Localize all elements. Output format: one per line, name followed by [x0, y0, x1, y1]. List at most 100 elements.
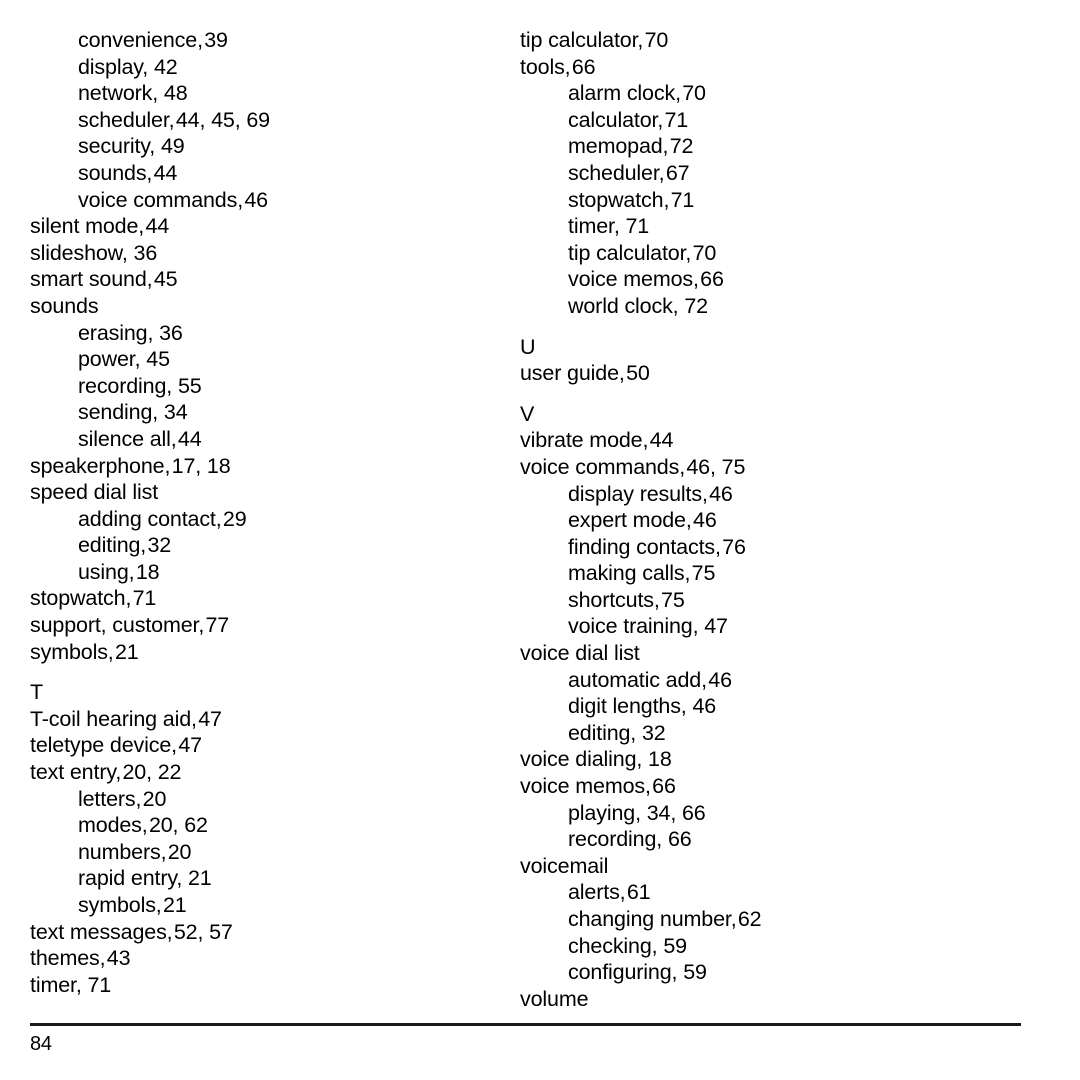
index-entry-pages: 21 — [114, 639, 139, 664]
index-entry-pages: 36 — [133, 240, 158, 265]
index-entry-term: sending, — [78, 400, 159, 425]
index-entry-term: memopad, — [568, 134, 669, 159]
index-entry-term: scheduler, — [78, 107, 175, 132]
index-entry-term: sounds — [30, 293, 99, 318]
index-entry: voice dialing, 18 — [520, 746, 1050, 773]
index-entry-term: recording, — [568, 827, 663, 852]
index-entry-term: voice training, — [568, 614, 699, 639]
index-entry: scheduler, 44, 45, 69 — [30, 107, 510, 134]
index-entry: shortcuts, 75 — [520, 587, 1050, 614]
index-entry: volume — [520, 986, 1050, 1013]
index-entry-pages: 61 — [626, 880, 651, 905]
index-entry-pages: 43 — [106, 946, 131, 971]
index-entry-pages: 44 — [145, 214, 170, 239]
index-entry-term: stopwatch, — [568, 187, 670, 212]
index-entry-pages: 39 — [204, 28, 228, 52]
index-entry: making calls, 75 — [520, 560, 1050, 587]
index-entry: silence all, 44 — [30, 426, 510, 453]
index-entry-pages: 32 — [147, 533, 172, 558]
index-entry: rapid entry, 21 — [30, 865, 510, 892]
index-entry-term: user guide, — [520, 361, 625, 386]
index-entry: user guide, 50 — [520, 360, 1050, 387]
index-entry-term: display, — [78, 54, 149, 79]
index-entry-term: symbols, — [30, 639, 114, 664]
index-entry-pages: 46 — [244, 187, 268, 212]
index-entry: adding contact, 29 — [30, 506, 510, 533]
index-entry-term: adding contact, — [78, 506, 222, 531]
index-entry-pages: 20 — [167, 839, 192, 864]
index-entry-term: numbers, — [78, 839, 167, 864]
index-entry-pages: 32 — [641, 720, 666, 745]
index-entry-term: stopwatch, — [30, 586, 132, 611]
index-entry: tip calculator, 70 — [520, 27, 1050, 54]
index-entry-term: recording, — [78, 373, 173, 398]
index-entry: sounds — [30, 293, 510, 320]
index-entry-pages: 47 — [198, 706, 222, 731]
index-entry-pages: 34 — [163, 400, 188, 425]
index-entry-term: convenience, — [78, 28, 203, 52]
index-entry-term: tip calculator, — [568, 240, 692, 265]
index-entry: editing, 32 — [520, 720, 1050, 747]
index-entry: stopwatch, 71 — [520, 187, 1050, 214]
index-entry-term: voice memos, — [520, 774, 651, 799]
index-entry: display results, 46 — [520, 481, 1050, 508]
index-entry-term: support, customer, — [30, 613, 205, 638]
index-entry-term: editing, — [78, 533, 147, 558]
index-entry: erasing, 36 — [30, 320, 510, 347]
page-number: 84 — [30, 1033, 52, 1055]
index-entry: digit lengths, 46 — [520, 693, 1050, 720]
index-entry: vibrate mode, 44 — [520, 427, 1050, 454]
index-entry-term: text messages, — [30, 919, 173, 944]
index-entry: memopad, 72 — [520, 133, 1050, 160]
index-entry-term: digit lengths, — [568, 694, 687, 719]
index-entry-term: text entry, — [30, 760, 122, 785]
index-entry-term: slideshow, — [30, 240, 128, 265]
index-entry-term: timer, — [568, 214, 620, 239]
index-entry-pages: 75 — [691, 561, 716, 586]
index-entry-pages: 62 — [737, 907, 762, 931]
index-entry-pages: 49 — [160, 134, 185, 159]
index-entry: automatic add, 46 — [520, 667, 1050, 694]
index-entry: slideshow, 36 — [30, 240, 510, 267]
index-entry-term: smart sound, — [30, 267, 153, 292]
index-entry: power, 45 — [30, 346, 510, 373]
index-entry-pages: 52, 57 — [173, 919, 233, 944]
index-entry-term: alerts, — [568, 880, 626, 905]
index-entry-pages: 46 — [693, 508, 717, 533]
index-entry: voicemail — [520, 853, 1050, 880]
index-entry-pages: 72 — [684, 293, 708, 318]
index-entry-term: finding contacts, — [568, 534, 721, 559]
index-entry-term: making calls, — [568, 561, 691, 586]
index-entry-pages: 44 — [153, 160, 178, 185]
index-entry: symbols, 21 — [30, 639, 510, 666]
index-entry-term: speakerphone, — [30, 453, 171, 478]
index-entry: timer, 71 — [520, 213, 1050, 240]
index-entry: voice memos, 66 — [520, 266, 1050, 293]
index-entry: security, 49 — [30, 133, 510, 160]
index-entry: letters, 20 — [30, 786, 510, 813]
index-entry-term: speed dial list — [30, 480, 159, 505]
index-entry: tip calculator, 70 — [520, 240, 1050, 267]
index-entry-term: tools, — [520, 54, 571, 79]
index-entry: convenience, 39 — [30, 27, 510, 54]
index-entry-term: volume — [520, 986, 589, 1011]
index-entry-pages: 47 — [704, 614, 728, 639]
index-entry-pages: 20, 22 — [122, 760, 182, 785]
index-entry-pages: 46 — [708, 667, 732, 692]
index-entry: silent mode, 44 — [30, 213, 510, 240]
index-entry-pages: 18 — [135, 559, 160, 584]
index-entry-pages: 71 — [87, 972, 112, 997]
index-entry-term: alarm clock, — [568, 81, 681, 106]
index-entry: modes, 20, 62 — [30, 812, 510, 839]
index-entry-term: playing, — [568, 800, 641, 825]
index-entry-pages: 76 — [722, 534, 746, 559]
index-entry: speed dial list — [30, 479, 510, 506]
index-entry-pages: 66 — [571, 54, 596, 79]
index-entry-term: themes, — [30, 946, 106, 971]
index-entry-term: T-coil hearing aid, — [30, 706, 197, 731]
index-entry-pages: 71 — [670, 187, 695, 212]
index-entry-pages: 48 — [163, 81, 188, 106]
index-entry: finding contacts, 76 — [520, 534, 1050, 561]
index-entry-pages: 71 — [132, 586, 157, 611]
index-entry-pages: 59 — [663, 933, 687, 958]
